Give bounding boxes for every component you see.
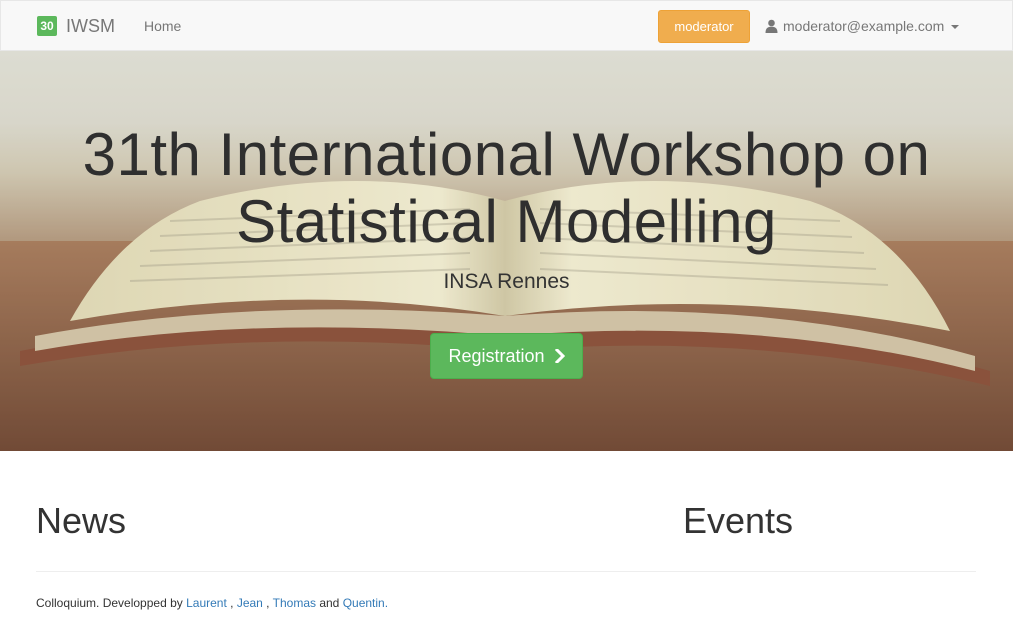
user-icon — [765, 19, 778, 33]
author-link-quentin[interactable]: Quentin — [343, 596, 385, 610]
author-link-laurent[interactable]: Laurent — [186, 596, 227, 610]
registration-button-label: Registration — [448, 345, 545, 366]
chevron-right-icon — [554, 349, 565, 363]
author-link-jean[interactable]: Jean — [237, 596, 263, 610]
user-email: moderator@example.com — [783, 18, 945, 34]
author-link-thomas[interactable]: Thomas — [273, 596, 316, 610]
hero-subtitle: INSA Rennes — [443, 270, 570, 293]
footer-separator: , — [226, 596, 237, 610]
nav-home-link[interactable]: Home — [144, 18, 181, 34]
footer-divider — [36, 571, 976, 572]
events-heading: Events — [683, 500, 794, 541]
user-account-dropdown[interactable]: moderator@example.com — [765, 18, 960, 34]
footer-credits: Colloquium. Developped by Laurent , Jean… — [36, 596, 388, 610]
caret-down-icon — [951, 25, 960, 29]
footer-separator: and — [316, 596, 343, 610]
brand-link[interactable]: 30 IWSM — [37, 16, 115, 36]
registration-button[interactable]: Registration — [430, 333, 583, 379]
brand-name: IWSM — [66, 15, 115, 36]
news-heading: News — [36, 500, 127, 541]
footer-separator: , — [262, 596, 273, 610]
hero-title: 31th International Workshop on Statistic… — [0, 121, 1013, 255]
hero-title-line-2: Statistical Modelling — [236, 188, 777, 255]
hero-title-line-1: 31th International Workshop on — [82, 121, 931, 188]
footer-prefix: Colloquium. Developped by — [36, 596, 187, 610]
top-navbar: 30 IWSM Home moderator moderator@example… — [0, 0, 1013, 51]
brand-logo-badge: 30 — [37, 16, 57, 36]
hero-banner: 31th International Workshop on Statistic… — [0, 51, 1013, 451]
moderator-role-button[interactable]: moderator — [658, 10, 750, 43]
footer-period: . — [384, 596, 389, 610]
